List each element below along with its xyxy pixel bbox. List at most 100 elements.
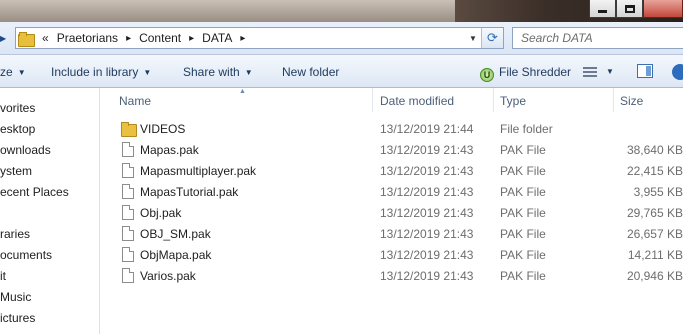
list-item[interactable]: VIDEOS 13/12/2019 21:44 File folder [101, 119, 683, 140]
file-type: PAK File [500, 143, 546, 157]
column-divider[interactable] [613, 88, 614, 112]
column-header-name[interactable]: Name [119, 94, 151, 108]
file-date: 13/12/2019 21:43 [380, 164, 474, 178]
nav-item-libraries[interactable]: raries [0, 227, 30, 241]
file-size: 20,946 KB [626, 269, 683, 283]
file-size: 26,657 KB [626, 227, 683, 241]
file-date: 13/12/2019 21:43 [380, 269, 474, 283]
file-type: PAK File [500, 269, 546, 283]
close-button[interactable] [643, 0, 683, 18]
list-item[interactable]: Mapas.pak 13/12/2019 21:43 PAK File 38,6… [101, 140, 683, 161]
list-item[interactable]: Obj.pak 13/12/2019 21:43 PAK File 29,765… [101, 203, 683, 224]
help-icon[interactable] [672, 64, 683, 80]
file-name: Mapas.pak [140, 143, 199, 157]
breadcrumb-data[interactable]: DATA [198, 31, 236, 45]
file-type: File folder [500, 122, 553, 136]
file-icon [122, 268, 134, 283]
file-name: VIDEOS [140, 122, 186, 136]
nav-item-favorites[interactable]: vorites [0, 101, 35, 115]
nav-item-pictures[interactable]: ictures [0, 311, 35, 325]
file-type: PAK File [500, 227, 546, 241]
chevron-down-icon: ▼ [17, 68, 26, 77]
list-item[interactable]: Varios.pak 13/12/2019 21:43 PAK File 20,… [101, 266, 683, 287]
views-icon[interactable] [583, 67, 597, 77]
navigation-pane: vorites esktop ownloads ystem ecent Plac… [0, 88, 100, 334]
file-size: 38,640 KB [626, 143, 683, 157]
file-size: 14,211 KB [627, 248, 683, 262]
file-name: OBJ_SM.pak [140, 227, 211, 241]
include-in-library-button[interactable]: Include in library ▼ [51, 65, 151, 79]
nav-item-system[interactable]: ystem [0, 164, 32, 178]
file-icon [122, 163, 134, 178]
file-date: 13/12/2019 21:43 [380, 227, 474, 241]
window-controls [589, 0, 683, 20]
nav-item-recent-places[interactable]: ecent Places [0, 185, 69, 199]
maximize-button[interactable] [616, 0, 643, 18]
file-date: 13/12/2019 21:43 [380, 206, 474, 220]
recent-pages-arrow-icon[interactable]: ▶ [0, 34, 6, 43]
command-bar: ze ▼ Include in library ▼ Share with ▼ New … [0, 55, 683, 88]
chevron-down-icon: ▼ [244, 68, 253, 77]
file-type: PAK File [500, 248, 546, 262]
list-item[interactable]: OBJ_SM.pak 13/12/2019 21:43 PAK File 26,… [101, 224, 683, 245]
column-header-date-modified[interactable]: Date modified [380, 94, 454, 108]
breadcrumb: « Praetorians ▸ Content ▸ DATA ▸ [38, 31, 249, 45]
file-name: Obj.pak [140, 206, 182, 220]
file-name: MapasTutorial.pak [140, 185, 239, 199]
file-icon [122, 247, 134, 262]
file-size: 22,415 KB [626, 164, 683, 178]
minimize-button[interactable] [589, 0, 616, 18]
refresh-button[interactable]: ⟳ [481, 28, 503, 48]
nav-item-git[interactable]: it [0, 269, 6, 283]
title-bar [0, 0, 683, 22]
column-header-type[interactable]: Type [500, 94, 526, 108]
chevron-right-icon[interactable]: ▸ [122, 33, 135, 44]
file-name: Varios.pak [140, 269, 196, 283]
organize-label: ze [0, 65, 13, 79]
file-date: 13/12/2019 21:43 [380, 185, 474, 199]
file-size: 29,765 KB [626, 206, 683, 220]
organize-button[interactable]: ze ▼ [0, 65, 26, 79]
new-folder-button[interactable]: New folder [282, 65, 339, 79]
file-icon [122, 205, 134, 220]
sort-ascending-icon: ▲ [239, 88, 246, 95]
file-date: 13/12/2019 21:43 [380, 143, 474, 157]
nav-item-music[interactable]: Music [0, 290, 31, 304]
address-dropdown-icon[interactable]: ▼ [465, 28, 481, 48]
chevron-right-icon[interactable]: ▸ [236, 33, 249, 44]
file-shredder-button[interactable]: U File Shredder [480, 65, 571, 82]
list-item[interactable]: Mapasmultiplayer.pak 13/12/2019 21:43 PA… [101, 161, 683, 182]
nav-item-downloads[interactable]: ownloads [0, 143, 51, 157]
list-item[interactable]: MapasTutorial.pak 13/12/2019 21:43 PAK F… [101, 182, 683, 203]
file-shredder-label: File Shredder [499, 65, 572, 79]
file-name: ObjMapa.pak [140, 248, 212, 262]
file-list: ▲ Name Date modified Type Size VIDEOS 13… [101, 88, 683, 334]
folder-icon [18, 31, 35, 47]
column-header-size[interactable]: Size [620, 94, 643, 108]
column-divider[interactable] [493, 88, 494, 112]
folder-icon [121, 122, 137, 137]
shredder-icon: U [480, 68, 494, 82]
column-divider[interactable] [372, 88, 373, 112]
breadcrumb-overflow[interactable]: « [38, 31, 53, 45]
file-icon [122, 184, 134, 199]
chevron-right-icon[interactable]: ▸ [185, 33, 198, 44]
share-with-button[interactable]: Share with ▼ [183, 65, 253, 79]
search-input[interactable]: Search DATA [512, 27, 683, 49]
file-type: PAK File [500, 185, 546, 199]
breadcrumb-content[interactable]: Content [135, 31, 185, 45]
file-icon [122, 142, 134, 157]
nav-item-documents[interactable]: ocuments [0, 248, 52, 262]
list-item[interactable]: ObjMapa.pak 13/12/2019 21:43 PAK File 14… [101, 245, 683, 266]
nav-item-desktop[interactable]: esktop [0, 122, 35, 136]
file-icon [122, 226, 134, 241]
breadcrumb-praetorians[interactable]: Praetorians [53, 31, 122, 45]
address-bar[interactable]: « Praetorians ▸ Content ▸ DATA ▸ ▼ ⟳ [15, 27, 504, 49]
share-with-label: Share with [183, 65, 240, 79]
file-date: 13/12/2019 21:44 [380, 122, 474, 136]
chevron-down-icon[interactable]: ▼ [606, 67, 614, 76]
file-type: PAK File [500, 164, 546, 178]
maximize-icon [624, 4, 635, 13]
file-size: 3,955 KB [633, 185, 683, 199]
preview-pane-icon[interactable] [637, 64, 653, 78]
